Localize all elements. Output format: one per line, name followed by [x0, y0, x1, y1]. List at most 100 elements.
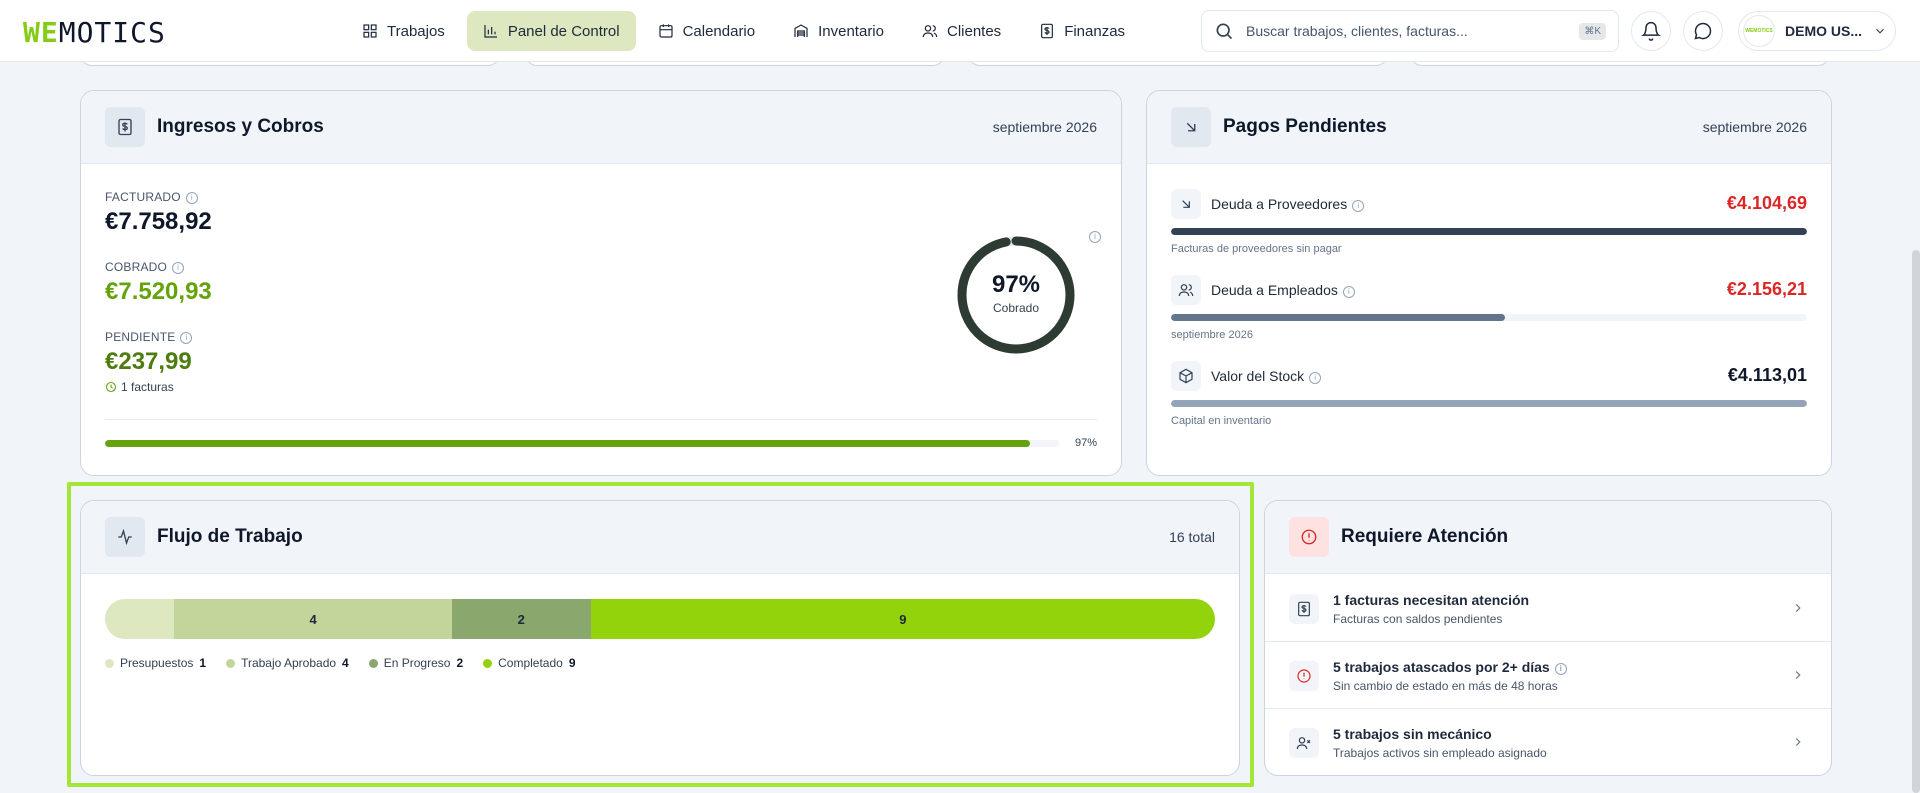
attention-sub: Facturas con saldos pendientes: [1333, 612, 1503, 626]
attention-item[interactable]: 5 trabajos atascados por 2+ días i Sin ca…: [1265, 642, 1831, 709]
workflow-segment[interactable]: 2: [451, 599, 591, 639]
card-header: Ingresos y Cobros septiembre 2026: [81, 91, 1121, 164]
pendiente-stat: PENDIENTE i €237,99 1 facturas: [105, 330, 193, 394]
workflow-legend: Presupuestos 1 Trabajo Aprobado 4 En Progres…: [105, 656, 576, 670]
attention-title: 5 trabajos sin mecánico: [1333, 726, 1492, 742]
user-name: DEMO US...: [1785, 23, 1863, 39]
attention-sub: Trabajos activos sin empleado asignado: [1333, 746, 1547, 760]
head-icon: [1171, 107, 1211, 147]
info-icon[interactable]: i: [1342, 286, 1355, 298]
workflow-segment[interactable]: 9: [590, 599, 1215, 639]
card-title: Flujo de Trabajo: [157, 526, 303, 547]
legend-count: 4: [342, 656, 349, 670]
users-icon: [922, 25, 938, 38]
avatar: WEMOTICS: [1743, 15, 1775, 47]
nav-label: Panel de Control: [507, 22, 620, 40]
legend-dot: [226, 658, 236, 668]
nav-label: Clientes: [946, 22, 1002, 40]
legend-dot: [368, 658, 378, 668]
legend-item: Completado 9: [483, 656, 576, 670]
nav-label: Trabajos: [387, 22, 445, 40]
cobrado-label: COBRADO: [105, 260, 168, 274]
nav-label: Calendario: [682, 22, 756, 40]
nav-panel-de-control[interactable]: Panel de Control: [466, 11, 636, 51]
user-x-icon: [1296, 737, 1311, 750]
attention-sub: Sin cambio de estado en más de 48 horas: [1333, 679, 1558, 693]
facturado-stat: FACTURADO i €7.758,92: [105, 190, 212, 236]
user-menu[interactable]: WEMOTICS DEMO US...: [1738, 11, 1896, 51]
warehouse-icon: [794, 24, 808, 37]
nav-clientes[interactable]: Clientes: [906, 11, 1017, 51]
card-title: Ingresos y Cobros: [157, 116, 324, 137]
attention-item[interactable]: 1 facturas necesitan atención Facturas c…: [1265, 575, 1831, 642]
card-period: septiembre 2026: [1702, 119, 1807, 135]
arrow-down-right-icon: [1182, 200, 1190, 208]
head-icon: [105, 107, 145, 147]
search-input[interactable]: [1246, 23, 1566, 39]
nav-inventario[interactable]: Inventario: [777, 11, 900, 51]
divider: [105, 419, 1097, 420]
workflow-bar: 429: [105, 599, 1215, 639]
pendiente-note: 1 facturas: [121, 380, 174, 394]
pay-label: Valor del Stock: [1211, 368, 1305, 384]
info-icon[interactable]: i: [185, 192, 198, 204]
activity-icon: [118, 528, 132, 546]
info-icon[interactable]: i: [1089, 231, 1101, 243]
info-icon[interactable]: i: [1309, 372, 1322, 384]
legend-count: 1: [199, 656, 207, 670]
grid-icon: [363, 24, 377, 38]
messages-button[interactable]: [1683, 11, 1723, 51]
legend-dot: [105, 658, 114, 668]
ring-percent: 97%: [991, 271, 1041, 298]
nav-trabajos[interactable]: Trabajos: [346, 11, 461, 51]
logo-accent: WE: [23, 16, 59, 49]
nav-calendario[interactable]: Calendario: [642, 11, 772, 51]
calendar-icon: [658, 24, 673, 38]
nav-label: Inventario: [818, 22, 884, 40]
workflow-segment[interactable]: 4: [174, 599, 452, 639]
ring-label: 97% Cobrado: [955, 271, 1077, 315]
logo[interactable]: WEMOTICS: [23, 16, 166, 49]
card-period: septiembre 2026: [992, 119, 1097, 135]
search-shortcut: ⌘K: [1579, 22, 1606, 40]
pay-label: Deuda a Empleados: [1211, 282, 1338, 298]
pay-bar: [1171, 314, 1807, 321]
card-title: Requiere Atención: [1341, 526, 1509, 547]
nav-finanzas[interactable]: Finanzas: [1023, 11, 1141, 51]
workflow-segment[interactable]: [105, 599, 175, 639]
flow-total: 16 total: [1169, 529, 1215, 545]
dollar-file-icon: [1298, 601, 1310, 617]
bell-icon: [1641, 21, 1661, 41]
pay-bar: [1171, 228, 1807, 235]
pay-bar-fill: [1171, 400, 1807, 407]
info-icon[interactable]: i: [1554, 663, 1567, 675]
pay-label: Deuda a Proveedores: [1211, 196, 1348, 212]
scrollbar[interactable]: [1912, 250, 1920, 793]
ingresos-card: Ingresos y Cobros septiembre 2026 FACTUR…: [80, 90, 1122, 476]
pay-sub: Capital en inventario: [1171, 415, 1272, 427]
cobrado-value: €7.520,93: [105, 278, 212, 305]
card-header: Requiere Atención: [1265, 501, 1831, 574]
search-box[interactable]: ⌘K: [1201, 10, 1619, 52]
alert-circle-icon: [1301, 529, 1317, 545]
chevron-right-icon: [1795, 604, 1801, 612]
pendiente-value: €237,99: [105, 348, 192, 375]
ring-caption: Cobrado: [992, 301, 1040, 315]
legend-item: En Progreso 2: [368, 656, 463, 670]
logo-text: MOTICS: [58, 16, 166, 49]
attention-item[interactable]: 5 trabajos sin mecánico Trabajos activos…: [1265, 709, 1831, 775]
alert-circle-icon: [1297, 669, 1311, 683]
info-icon[interactable]: i: [180, 332, 193, 344]
chat-icon: [1694, 22, 1712, 40]
info-icon[interactable]: i: [1352, 200, 1365, 212]
dollar-file-icon: [118, 118, 132, 136]
legend-label: Trabajo Aprobado: [241, 656, 337, 670]
legend-dot: [483, 658, 493, 668]
info-icon[interactable]: i: [172, 262, 185, 274]
users-icon: [1178, 284, 1194, 297]
chevron-right-icon: [1795, 738, 1801, 746]
progress-fill: [105, 440, 1031, 447]
notifications-button[interactable]: [1631, 11, 1671, 51]
arrow-down-right-icon: [1186, 122, 1196, 132]
collection-progress: [105, 440, 1059, 447]
